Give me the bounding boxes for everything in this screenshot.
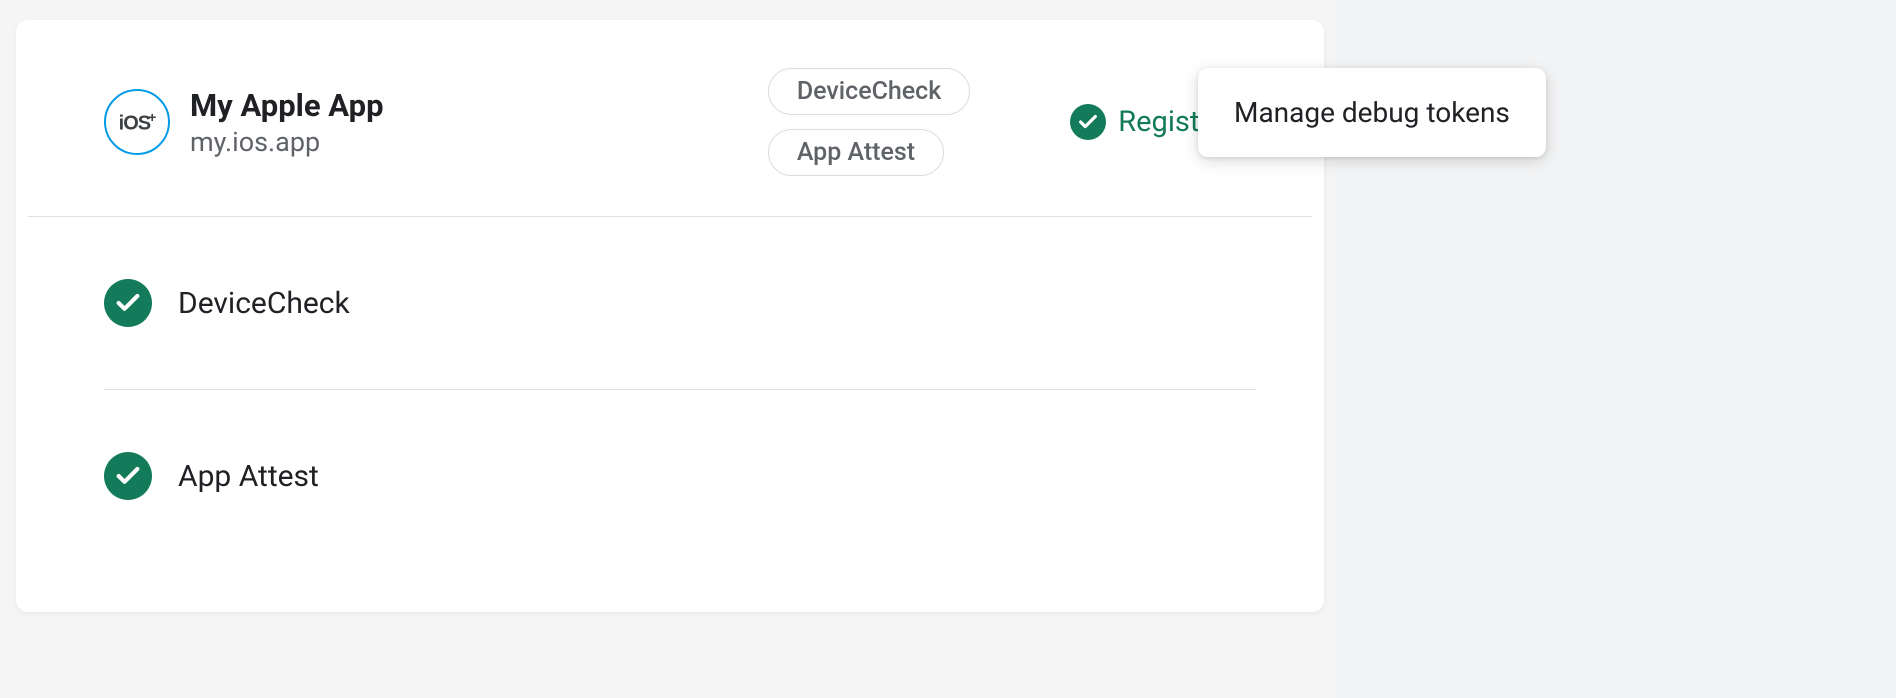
provider-label: App Attest: [178, 459, 319, 494]
app-name: My Apple App: [190, 87, 768, 124]
list-item[interactable]: DeviceCheck: [104, 217, 1256, 390]
chip-devicecheck: DeviceCheck: [768, 68, 970, 115]
platform-ios-icon: iOS+: [104, 89, 170, 155]
manage-debug-tokens-menu-item[interactable]: Manage debug tokens: [1198, 68, 1546, 157]
check-circle-icon: [104, 279, 152, 327]
check-circle-icon: [1070, 104, 1106, 140]
provider-chips: DeviceCheck App Attest: [768, 68, 970, 176]
provider-label: DeviceCheck: [178, 286, 350, 321]
app-header-row[interactable]: iOS+ My Apple App my.ios.app DeviceCheck…: [28, 20, 1312, 217]
app-info: My Apple App my.ios.app: [190, 87, 768, 158]
provider-list: DeviceCheck App Attest: [28, 217, 1312, 612]
app-card: iOS+ My Apple App my.ios.app DeviceCheck…: [16, 20, 1324, 612]
menu-item-label: Manage debug tokens: [1234, 96, 1510, 129]
check-circle-icon: [104, 452, 152, 500]
list-item[interactable]: App Attest: [104, 390, 1256, 562]
app-bundle-id: my.ios.app: [190, 126, 768, 158]
chip-appattest: App Attest: [768, 129, 944, 176]
